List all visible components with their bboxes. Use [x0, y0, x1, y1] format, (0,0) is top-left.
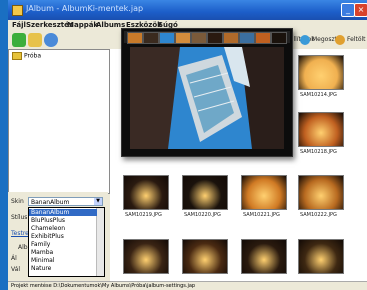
- customize-link[interactable]: Testre: [11, 230, 29, 237]
- menu-folders[interactable]: Mappák: [67, 21, 98, 29]
- radio-option-2[interactable]: Vál: [11, 266, 20, 273]
- filmstrip-thumbnail[interactable]: [143, 32, 159, 44]
- skin-select[interactable]: BananAlbum ▼: [28, 197, 103, 206]
- skin-select-value: BananAlbum: [31, 199, 70, 206]
- share-icon: [300, 34, 310, 45]
- upload-icon: [335, 34, 345, 45]
- menu-edit[interactable]: Szerkesztés: [26, 21, 73, 29]
- add-icon[interactable]: [12, 33, 26, 47]
- folder-icon: [12, 52, 22, 60]
- radio-option-1[interactable]: Ál: [11, 255, 17, 262]
- thumbnail-caption: SAM10222.JPG: [300, 212, 337, 218]
- skin-dropdown-list: BananAlbum BluPlusPlus Chameleon ExhibitPlu…: [28, 207, 105, 277]
- image-preview-window: [121, 28, 293, 157]
- filmstrip-thumbnail[interactable]: [191, 32, 207, 44]
- tree-item-proba[interactable]: Próba: [12, 52, 41, 60]
- photo-thumbnail[interactable]: [241, 239, 287, 274]
- app-icon: [12, 5, 23, 16]
- menu-file[interactable]: Fájl: [12, 21, 26, 29]
- dropdown-option[interactable]: Minimal: [29, 257, 97, 264]
- photo-thumbnail[interactable]: [182, 239, 228, 274]
- folder-tree: Próba: [8, 49, 110, 194]
- open-folder-icon[interactable]: [28, 33, 42, 47]
- close-button[interactable]: ×: [354, 3, 367, 17]
- minimize-button[interactable]: _: [341, 3, 355, 17]
- photo-thumbnail[interactable]: [298, 175, 344, 210]
- photo-thumbnail[interactable]: [298, 239, 344, 274]
- tree-item-label: Próba: [24, 52, 42, 60]
- style-label: Stílus: [11, 214, 28, 221]
- thumbnail-caption: SAM10221.JPG: [243, 212, 280, 218]
- dropdown-option[interactable]: BananAlbum: [29, 209, 97, 216]
- filmstrip-thumbnail[interactable]: [271, 32, 287, 44]
- filmstrip-thumbnail[interactable]: [239, 32, 255, 44]
- skin-label: Skin: [11, 198, 24, 205]
- refresh-icon[interactable]: [44, 33, 58, 47]
- filmstrip-thumbnail[interactable]: [175, 32, 191, 44]
- thumbnail-caption: SAM10220.JPG: [184, 212, 221, 218]
- settings-panel: Skin BananAlbum ▼ Stílus Testre Albu Ál …: [8, 192, 108, 282]
- filmstrip-thumbnail[interactable]: [255, 32, 271, 44]
- preview-photo: [130, 47, 284, 149]
- photo-thumbnail[interactable]: [123, 175, 169, 210]
- title-bar: JAlbum - AlbumKi-mentek.jap _ ×: [8, 0, 367, 20]
- dropdown-option[interactable]: Nature: [29, 265, 97, 272]
- filmstrip-thumbnail[interactable]: [223, 32, 239, 44]
- dropdown-option[interactable]: BluPlusPlus: [29, 217, 97, 224]
- dropdown-option[interactable]: Chameleon: [29, 225, 97, 232]
- left-accent-bar: [0, 0, 8, 290]
- app-window: JAlbum - AlbumKi-mentek.jap _ × Fájl Sze…: [8, 0, 367, 290]
- chevron-down-icon[interactable]: ▼: [94, 198, 102, 205]
- window-title: JAlbum - AlbumKi-mentek.jap: [26, 4, 144, 13]
- thumbnail-caption: SAM10218.JPG: [300, 149, 337, 155]
- upload-label: Feltölt: [347, 36, 366, 43]
- filmstrip-thumbnail[interactable]: [207, 32, 223, 44]
- upload-button[interactable]: Feltölt: [335, 34, 366, 46]
- dropdown-option[interactable]: ExhibitPlus: [29, 233, 97, 240]
- preview-filmstrip: [124, 31, 290, 44]
- filmstrip-thumbnail[interactable]: [159, 32, 175, 44]
- photo-thumbnail[interactable]: [298, 112, 344, 147]
- building-photo: [130, 47, 284, 149]
- photo-thumbnail[interactable]: [182, 175, 228, 210]
- dropdown-option[interactable]: Family: [29, 241, 97, 248]
- photo-thumbnail[interactable]: [298, 55, 344, 90]
- photo-thumbnail[interactable]: [241, 175, 287, 210]
- filmstrip-thumbnail[interactable]: [127, 32, 143, 44]
- thumbnail-caption: SAM10214.JPG: [300, 92, 337, 98]
- scrollbar[interactable]: [96, 208, 104, 276]
- thumbnail-caption: SAM10219.JPG: [125, 212, 162, 218]
- photo-thumbnail[interactable]: [123, 239, 169, 274]
- dropdown-option[interactable]: Mamba: [29, 249, 97, 256]
- status-bar: Projekt mentése D:\Dokumentumok\My Album…: [8, 281, 367, 290]
